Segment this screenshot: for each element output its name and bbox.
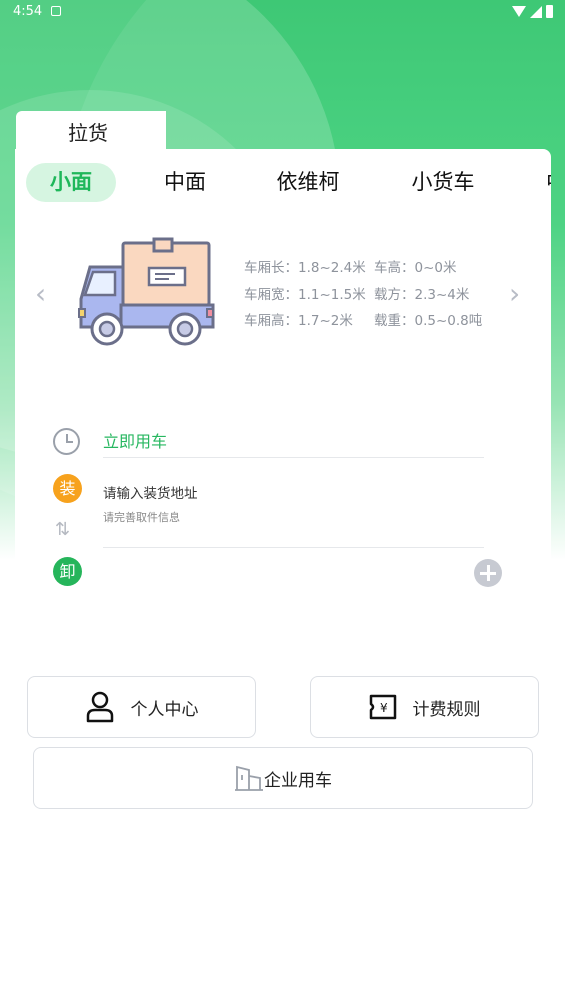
- wifi-icon: [512, 6, 526, 17]
- chevron-right-icon[interactable]: ›: [509, 277, 520, 310]
- truck-illustration: [78, 237, 215, 346]
- swap-icon[interactable]: ⇅: [55, 519, 70, 540]
- load-address-input[interactable]: 请输入装货地址: [103, 482, 198, 502]
- enterprise-label: 企业用车: [264, 770, 332, 791]
- spec-box-height: 车厢高：1.7~2米: [244, 313, 353, 329]
- vehicle-card: 小面 中面 依维柯 小货车 中 ‹ › 车厢长：1.8~2.4米 车高：0~0米…: [15, 149, 551, 392]
- price-tag-icon: ¥: [369, 694, 396, 720]
- tab-lahuo[interactable]: 拉货: [16, 111, 166, 151]
- spec-load: 载重：0.5~0.8吨: [374, 313, 483, 329]
- vehicle-type-xiaomian[interactable]: 小面: [26, 163, 116, 202]
- spec-length: 车厢长：1.8~2.4米: [244, 260, 366, 276]
- load-badge: 装: [53, 474, 82, 503]
- status-bar: 4:54: [0, 0, 565, 24]
- chevron-left-icon[interactable]: ‹: [35, 277, 46, 310]
- spec-volume: 载方：2.3~4米: [374, 286, 470, 303]
- profile-button[interactable]: 个人中心: [27, 676, 256, 738]
- vehicle-type-tabs: 小面 中面 依维柯 小货车 中: [15, 163, 551, 203]
- spec-width: 车厢宽：1.1~1.5米: [244, 286, 366, 303]
- pricing-label: 计费规则: [412, 699, 481, 720]
- divider: [103, 457, 484, 458]
- spec-height: 车高：0~0米: [374, 260, 457, 276]
- enterprise-button[interactable]: 企业用车: [33, 747, 533, 809]
- notification-icon: [51, 6, 61, 16]
- pricing-button[interactable]: ¥ 计费规则: [310, 676, 539, 738]
- order-form: 立即用车 装 请输入装货地址 请完善取件信息 ⇅ 卸: [15, 392, 551, 610]
- clock-icon: [53, 428, 80, 455]
- building-icon: [235, 765, 263, 791]
- vehicle-type-zhong[interactable]: 中: [546, 163, 551, 202]
- unload-badge: 卸: [53, 557, 82, 586]
- load-address-hint: 请完善取件信息: [103, 511, 180, 524]
- status-time: 4:54: [13, 4, 43, 19]
- divider: [103, 547, 484, 548]
- vehicle-type-yiweike[interactable]: 依维柯: [258, 163, 358, 202]
- plus-circle-icon[interactable]: [474, 559, 502, 587]
- vehicle-type-xiaohuoche[interactable]: 小货车: [393, 163, 493, 202]
- signal-icon: [530, 5, 542, 18]
- tab-label: 拉货: [68, 121, 108, 145]
- battery-icon: [546, 5, 553, 18]
- svg-text:¥: ¥: [380, 701, 388, 715]
- profile-label: 个人中心: [130, 699, 199, 720]
- use-time-selector[interactable]: 立即用车: [103, 428, 167, 452]
- vehicle-specs: 车厢长：1.8~2.4米 车高：0~0米 车厢宽：1.1~1.5米 载方：2.3…: [244, 255, 482, 335]
- vehicle-type-zhongmian[interactable]: 中面: [140, 163, 230, 202]
- person-icon: [86, 691, 113, 723]
